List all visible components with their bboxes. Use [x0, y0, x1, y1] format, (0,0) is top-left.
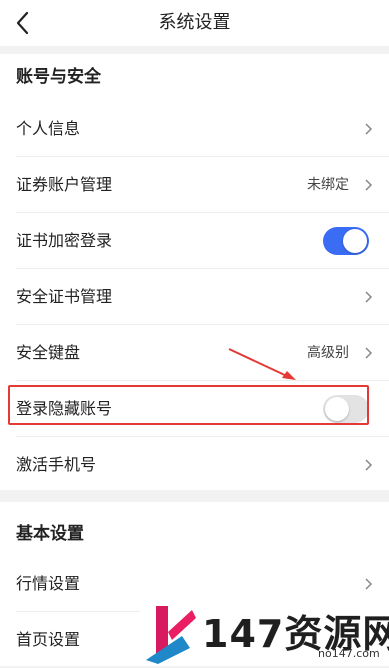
chevron-right-icon — [365, 459, 373, 471]
page-title: 系统设置 — [158, 12, 231, 33]
row-label: 证书加密登录 — [16, 231, 113, 250]
watermark: 147资源网 no147.com — [140, 600, 389, 666]
row-label: 证券账户管理 — [16, 175, 113, 194]
row-label: 个人信息 — [16, 119, 81, 138]
row-label: 首页设置 — [16, 630, 81, 649]
watermark-url: no147.com — [318, 647, 380, 660]
row-value-level: 高级别 — [307, 345, 349, 361]
chevron-right-icon — [365, 291, 373, 303]
row-personal-info[interactable]: 个人信息 — [0, 101, 389, 157]
row-label: 激活手机号 — [16, 455, 97, 474]
row-label: 行情设置 — [16, 574, 81, 593]
red-arrow-icon — [228, 348, 296, 380]
row-value-unbound: 未绑定 — [307, 177, 349, 193]
cert-encrypt-login-toggle[interactable] — [323, 227, 369, 255]
row-label: 安全键盘 — [16, 343, 81, 362]
row-secure-keyboard[interactable]: 安全键盘 高级别 — [0, 325, 389, 381]
chevron-right-icon — [365, 578, 373, 590]
toggle-knob — [343, 229, 367, 253]
chevron-right-icon — [365, 347, 373, 359]
chevron-right-icon — [365, 123, 373, 135]
chevron-right-icon — [365, 179, 373, 191]
row-securities-account[interactable]: 证券账户管理 未绑定 — [0, 157, 389, 213]
watermark-logo-icon — [146, 606, 196, 664]
top-bar: 系统设置 — [0, 0, 389, 46]
section-title-account-security: 账号与安全 — [16, 67, 101, 87]
row-activate-phone[interactable]: 激活手机号 — [0, 437, 389, 493]
row-label: 安全证书管理 — [16, 287, 113, 306]
row-security-cert[interactable]: 安全证书管理 — [0, 269, 389, 325]
section-title-basic-settings: 基本设置 — [16, 524, 84, 544]
row-cert-encrypt-login: 证书加密登录 — [0, 213, 389, 269]
highlight-box — [8, 385, 369, 425]
